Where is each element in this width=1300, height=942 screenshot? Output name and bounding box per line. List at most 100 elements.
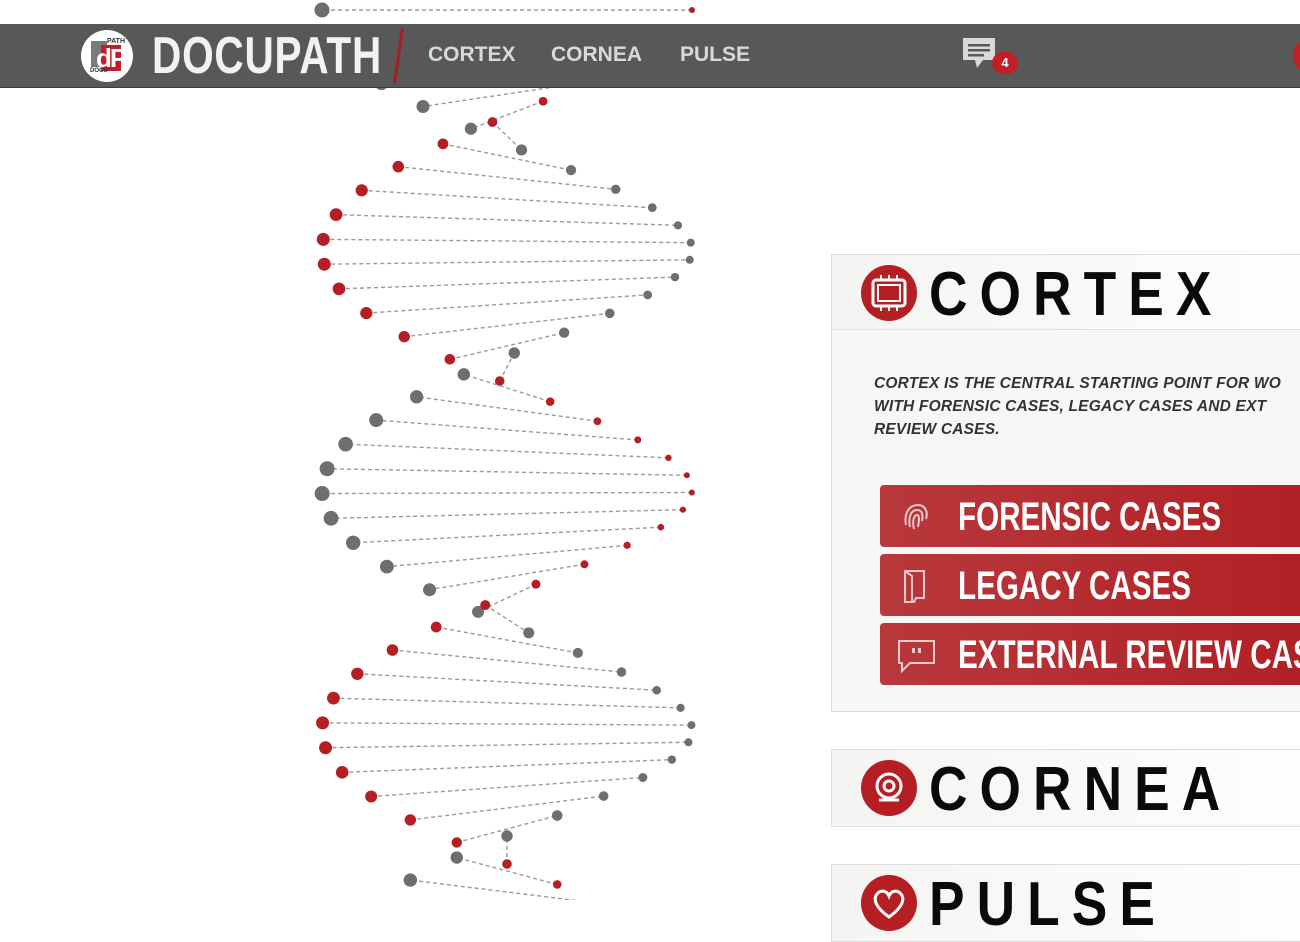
helix-rung [429,563,585,591]
external-review-cases-label: EXTERNAL REVIEW CASES [958,633,1300,677]
forensic-cases-label: FORENSIC CASES [958,495,1222,539]
cortex-card-body: CORTEX IS THE CENTRAL STARTING POINT FOR… [832,329,1300,719]
helix-node-gray [345,535,361,550]
helix-node-red [355,184,368,197]
helix-node-red [451,837,462,848]
cornea-card-header: CORNEA [832,750,1300,824]
helix-node-red [665,454,672,462]
helix-rung [357,673,657,691]
speech-bubble-icon [896,635,936,675]
legacy-cases-button[interactable]: LEGACY CASES [880,554,1300,616]
helix-node-gray [598,791,609,801]
helix-node-red [502,859,512,869]
helix-node-red [430,621,442,633]
logo-text-top: PATH [107,38,126,45]
helix-node-red [316,716,330,730]
user-avatar[interactable] [1293,38,1300,74]
helix-node-red [329,208,343,222]
helix-rung [436,626,578,654]
helix-node-gray [684,738,693,747]
helix-node-red [392,160,405,173]
cortex-description-line-1: CORTEX IS THE CENTRAL STARTING POINT FOR… [874,375,1282,392]
helix-node-gray [515,144,528,156]
docupath-logo[interactable]: dP PATH DOCU [81,30,133,82]
helix-node-gray [686,238,695,247]
helix-node-gray [369,413,384,428]
helix-rung [338,276,676,290]
helix-node-red [386,644,399,656]
pulse-card-header: PULSE [832,865,1300,939]
helix-rung [323,238,691,244]
helix-node-gray [403,873,418,887]
helix-node-red [623,541,631,549]
nav-link-cornea[interactable]: CORNEA [551,43,642,67]
helix-node-gray [501,830,513,842]
helix-node-red [335,766,349,779]
top-navbar: dP PATH DOCU DOCUPATH CORTEX CORNEA PULS… [0,24,1300,88]
helix-node-red [319,741,333,755]
helix-node-gray [565,165,577,176]
cornea-card[interactable]: CORNEA [831,749,1300,827]
messages-count-badge[interactable]: 4 [992,52,1018,74]
helix-rung [463,373,551,403]
helix-node-gray [423,583,437,597]
forensic-cases-button[interactable]: FORENSIC CASES [880,485,1300,547]
cortex-description: CORTEX IS THE CENTRAL STARTING POINT FOR… [874,372,1300,441]
helix-node-gray [676,703,685,712]
helix-rung [386,544,628,568]
helix-node-gray [667,755,677,764]
helix-node-red [316,232,330,246]
helix-rung [442,143,572,171]
helix-node-gray [508,347,520,359]
nav-link-cortex[interactable]: CORTEX [428,43,516,67]
fingerprint-icon [896,497,936,537]
helix-node-gray [450,851,463,864]
helix-node-red [538,96,548,106]
brand-name[interactable]: DOCUPATH [152,26,382,86]
helix-node-red [679,506,687,513]
helix-node-red [688,489,695,496]
helix-rung [404,312,610,338]
helix-node-gray [551,810,563,821]
helix-rung [491,121,523,151]
pulse-title: PULSE [929,870,1167,939]
helix-node-gray [464,122,478,135]
helix-node-red [657,523,665,531]
helix-rung [324,259,690,265]
helix-node-gray [523,627,535,639]
helix-node-red [531,579,541,589]
helix-node-red [444,354,456,365]
helix-node-red [634,436,642,444]
eye-icon [861,760,917,816]
helix-node-gray [643,290,653,300]
helix-node-gray [670,272,680,282]
legacy-cases-label: LEGACY CASES [958,564,1192,608]
helix-rung [345,443,669,459]
helix-node-gray [410,390,424,404]
helix-node-gray [457,368,471,381]
helix-node-gray [314,2,330,18]
helix-node-gray [379,559,394,574]
helix-node-red [351,667,364,680]
helix-node-red [317,257,331,271]
external-review-cases-button[interactable]: EXTERNAL REVIEW CASES [880,623,1300,685]
helix-node-gray [572,647,583,659]
helix-rung [366,294,648,314]
helix-node-gray [323,510,339,526]
helix-node-gray [647,203,657,213]
helix-node-red [683,472,690,479]
chip-icon [861,265,917,321]
helix-node-red [480,600,491,611]
helix-rung [410,879,578,900]
helix-node-gray [685,255,694,264]
nav-link-pulse[interactable]: PULSE [680,43,750,67]
helix-node-gray [338,436,353,452]
cortex-description-line-2: WITH FORENSIC CASES, LEGACY CASES AND EX… [874,398,1267,415]
folder-icon [896,566,936,606]
helix-rung [342,758,672,774]
helix-node-gray [687,721,696,730]
helix-rung [361,189,653,209]
helix-rung [331,508,683,520]
helix-node-red [689,7,695,13]
pulse-card[interactable]: PULSE [831,864,1300,942]
